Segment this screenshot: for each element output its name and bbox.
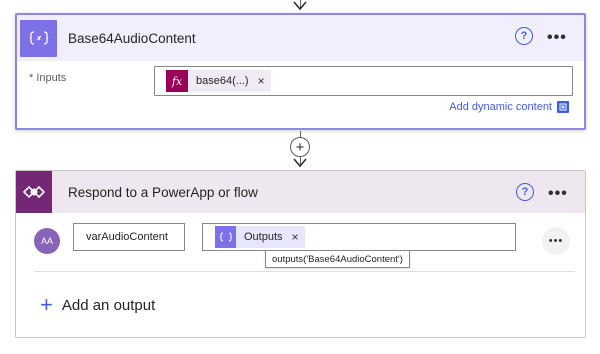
fx-icon: fx: [166, 70, 188, 92]
plus-icon: +: [40, 292, 53, 317]
respond-action-card[interactable]: Respond to a PowerApp or flow ? ••• AA v…: [15, 170, 586, 338]
powerapps-icon: [16, 171, 52, 213]
more-options-icon[interactable]: •••: [548, 186, 568, 202]
help-icon[interactable]: ?: [515, 27, 533, 45]
add-dynamic-content-link[interactable]: Add dynamic content: [449, 101, 552, 113]
compose-action-card[interactable]: Base64AudioContent ? ••• * Inputs fx bas…: [15, 13, 586, 130]
compose-card-header[interactable]: Base64AudioContent ? •••: [17, 15, 584, 61]
variable-icon: [20, 19, 57, 57]
remove-token-icon[interactable]: ×: [292, 230, 299, 244]
help-icon[interactable]: ?: [516, 183, 534, 201]
arrow-down-icon: [293, 1, 307, 11]
more-options-icon[interactable]: •••: [547, 30, 567, 46]
respond-card-header[interactable]: Respond to a PowerApp or flow ? •••: [16, 171, 585, 213]
dynamic-content-icon[interactable]: [557, 101, 569, 113]
expression-token-label: base64(...): [196, 75, 249, 87]
output-title-field[interactable]: varAudioContent: [73, 223, 185, 251]
expression-token[interactable]: fx base64(...) ×: [166, 70, 271, 92]
variable-icon: [215, 226, 236, 248]
add-output-label: Add an output: [61, 296, 156, 314]
insert-step-button[interactable]: +: [290, 137, 310, 157]
outputs-token[interactable]: Outputs ×: [215, 226, 305, 248]
text-type-avatar: AA: [34, 228, 60, 254]
compose-card-title: Base64AudioContent: [68, 30, 196, 46]
remove-token-icon[interactable]: ×: [258, 74, 265, 88]
outputs-token-label: Outputs: [244, 231, 283, 243]
add-output-button[interactable]: + Add an output: [40, 294, 155, 316]
row-more-options-icon[interactable]: •••: [542, 227, 570, 255]
token-tooltip: outputs('Base64AudioContent'): [265, 250, 410, 268]
arrow-down-icon: [293, 158, 307, 168]
inputs-label: * Inputs: [29, 72, 67, 84]
divider: [34, 271, 575, 272]
respond-card-title: Respond to a PowerApp or flow: [68, 184, 258, 200]
inputs-field[interactable]: fx base64(...) ×: [154, 66, 573, 96]
output-value-field[interactable]: Outputs ×: [202, 223, 516, 251]
